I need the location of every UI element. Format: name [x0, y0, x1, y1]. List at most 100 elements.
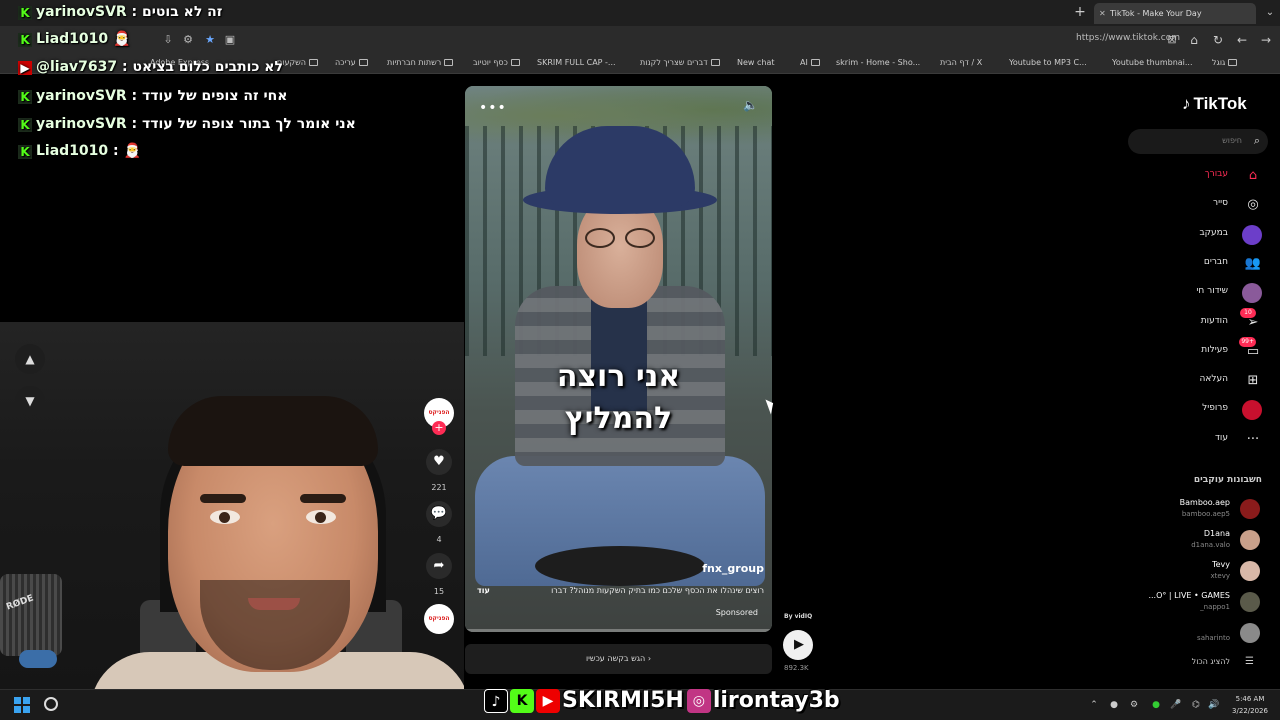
friends-icon: 👥 [1244, 256, 1262, 271]
volume-icon[interactable]: 🔈 [743, 98, 758, 112]
bookmark-item[interactable]: Youtube to MP3 C... [1009, 58, 1087, 67]
avatar [1240, 499, 1260, 519]
windows-start-icon[interactable] [14, 697, 30, 713]
forward-button[interactable]: → [1258, 32, 1274, 48]
sound-avatar[interactable]: הפניקס [424, 604, 454, 634]
nav-explore[interactable]: ◎ סייר [1112, 194, 1262, 216]
compass-icon: ◎ [1247, 197, 1259, 212]
avatar [1240, 561, 1260, 581]
previous-video-button[interactable]: ▲ [15, 344, 45, 374]
bookmark-item[interactable]: skrim - Home - Sho... [836, 58, 920, 67]
nav-profile[interactable]: פרופיל [1112, 399, 1262, 421]
kick-icon: K [18, 145, 32, 159]
streamer-hair [168, 396, 378, 466]
nav-more[interactable]: ··· עוד [1112, 429, 1262, 451]
back-button[interactable]: ← [1234, 32, 1250, 48]
bookmark-item[interactable]: עריכה [335, 58, 368, 67]
tray-network-icon[interactable]: ⌬ [1190, 699, 1202, 711]
eye-right [306, 510, 336, 524]
video-progress-bar[interactable] [465, 629, 772, 632]
tiktok-logo[interactable]: ♪ TikTok [1182, 94, 1247, 114]
microphone [0, 574, 62, 656]
nav-following[interactable]: במעקב [1112, 224, 1262, 246]
view-count: 892.3K [784, 664, 809, 672]
browser-tab-tiktok[interactable]: ✕ TikTok - Make Your Day [1094, 3, 1256, 24]
tiktok-note-icon: ♪ [1182, 94, 1191, 113]
system-clock[interactable]: 5:46 AM 3/22/2026 [1228, 693, 1272, 717]
video-more-options-icon[interactable]: ••• [479, 100, 507, 116]
bookmark-item[interactable]: Youtube thumbnai... [1112, 58, 1193, 67]
like-heart-icon[interactable]: ♥ [426, 449, 452, 475]
search-icon[interactable]: ⌕ [1254, 134, 1260, 148]
tray-status-icon[interactable]: ● [1150, 699, 1162, 711]
activity-badge: +99 [1239, 337, 1256, 347]
next-video-button[interactable]: ▼ [15, 386, 45, 416]
following-accounts-title: חשבונות עוקבים [1193, 475, 1262, 485]
downloads-icon[interactable]: ⇩ [160, 32, 176, 48]
reload-button[interactable]: ↻ [1210, 32, 1226, 48]
video-author[interactable]: fnx_group [702, 562, 764, 575]
extensions-icon[interactable]: ⚙ [180, 32, 196, 48]
nav-friends[interactable]: 👥 חברים [1112, 253, 1262, 275]
bookmark-star-icon[interactable]: ★ [202, 32, 218, 48]
following-account[interactable]: Tevy xtevy [1110, 558, 1260, 584]
folder-icon [710, 59, 720, 66]
emote-icon: 🎅 [113, 31, 131, 47]
lock-icon[interactable]: ⊠ [1164, 32, 1180, 48]
bookmark-item[interactable]: SKRIM FULL CAP -... [537, 58, 616, 67]
comment-icon[interactable]: 💬 [426, 501, 452, 527]
sponsored-label: Sponsored [715, 608, 758, 617]
kick-icon: K [18, 118, 32, 132]
comment-count: 4 [436, 535, 442, 544]
more-icon: ··· [1246, 432, 1260, 447]
following-account[interactable]: ...O° | LIVE • GAMES _nappo1 [1110, 589, 1260, 615]
following-account[interactable]: D1ana d1ana.valo [1110, 527, 1260, 553]
show-all-button[interactable]: ☰ להציג הכול [1110, 656, 1260, 670]
bookmark-item[interactable]: AI [800, 58, 820, 67]
description-more-link[interactable]: עוד [477, 586, 490, 595]
play-button[interactable]: ▶ [783, 630, 813, 660]
tray-settings-icon[interactable]: ⚙ [1128, 699, 1140, 711]
search-input[interactable]: חיפוש ⌕ [1128, 129, 1268, 154]
tray-app-icon[interactable]: ● [1108, 699, 1120, 711]
url-field[interactable]: https://www.tiktok.com [1040, 33, 1180, 43]
taskbar-search-icon[interactable] [44, 697, 58, 711]
camera-badge [19, 650, 57, 668]
tray-mic-icon[interactable]: 🎤 [1170, 699, 1182, 711]
split-view-icon[interactable]: ▣ [222, 32, 238, 48]
bookmark-item[interactable]: רשתות חברתיות [387, 58, 454, 67]
apply-now-button[interactable]: ‹ הגש בקשה עכשיו [465, 644, 772, 674]
kick-icon: K [510, 688, 534, 713]
bookmark-item[interactable]: גוגל [1212, 58, 1238, 67]
bookmark-item[interactable]: דף הבית / X [940, 58, 982, 67]
following-account[interactable]: saharinto [1110, 620, 1260, 646]
video-player[interactable]: אני רוצה להמליץ ••• 🔈 fnx_group רוצים שי… [465, 86, 772, 632]
overlay-handle: lirontay3b [712, 688, 840, 713]
new-tab-button[interactable]: + [1072, 4, 1088, 20]
following-account[interactable]: Bamboo.aep bamboo.aep5 [1110, 496, 1260, 522]
tray-chevron-icon[interactable]: ⌃ [1088, 699, 1100, 711]
bookmark-item[interactable]: השקעות [277, 58, 319, 67]
bookmark-item[interactable]: כסף יוטיוב [473, 58, 520, 67]
kick-icon: K [18, 6, 32, 20]
folder-icon [444, 59, 454, 66]
tab-list-chevron-icon[interactable]: ⌄ [1262, 5, 1278, 21]
nav-activity[interactable]: ▭ +99 פעילות [1112, 337, 1262, 363]
nav-for-you[interactable]: ⌂ עבורך [1112, 165, 1262, 187]
follow-plus-icon[interactable]: + [432, 421, 446, 435]
live-icon [1242, 283, 1262, 303]
chat-message: KyarinovSVR : זה לא בוטים [18, 4, 222, 20]
tray-volume-icon[interactable]: 🔊 [1208, 699, 1220, 711]
bookmark-item[interactable]: New chat [737, 58, 775, 67]
chat-message: KyarinovSVR : אחי זה צופים של עודד [18, 88, 287, 104]
screen: + ✕ TikTok - Make Your Day ⌄ ⇩ ⚙ ★ ▣ htt… [0, 0, 1280, 720]
close-tab-icon[interactable]: ✕ [1099, 3, 1106, 24]
nav-live[interactable]: שידור חי [1112, 282, 1262, 304]
bookmark-item[interactable]: דברים שצריך לקנות [640, 58, 720, 67]
messages-badge: 10 [1240, 308, 1256, 318]
home-button[interactable]: ⌂ [1186, 32, 1202, 48]
nav-upload[interactable]: ⊞ העלאה [1112, 370, 1262, 392]
vidiq-label: By vidIQ [784, 613, 813, 620]
share-icon[interactable]: ➦ [426, 553, 452, 579]
nav-messages[interactable]: ➢ 10 הודעות [1112, 308, 1262, 334]
